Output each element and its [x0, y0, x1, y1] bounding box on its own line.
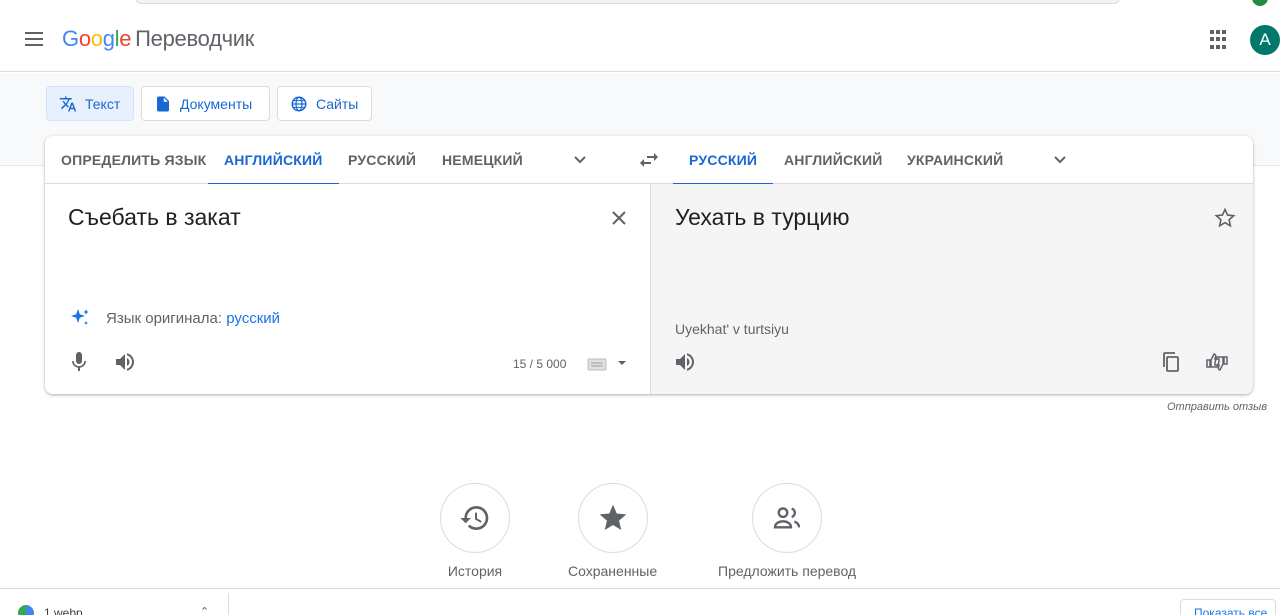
copy-icon[interactable]	[1159, 350, 1183, 374]
mode-sites-button[interactable]: Сайты	[277, 86, 372, 121]
source-lang-tab[interactable]: ОПРЕДЕЛИТЬ ЯЗЫК	[45, 136, 222, 184]
logo-letter: o	[90, 26, 103, 51]
apps-grid-icon[interactable]	[1210, 30, 1230, 50]
suggest-button[interactable]	[752, 483, 823, 553]
close-icon[interactable]	[607, 206, 631, 230]
browser-strip	[0, 0, 1280, 8]
logo[interactable]: Google Переводчик	[62, 26, 254, 52]
source-lang-tab[interactable]: НЕМЕЦКИЙ	[426, 136, 539, 184]
show-all-button[interactable]: Показать все	[1180, 599, 1276, 615]
detected-prefix: Язык оригинала:	[106, 309, 223, 327]
keyboard-icon[interactable]	[587, 356, 629, 372]
microphone-icon[interactable]	[67, 350, 91, 374]
saved-action[interactable]: Сохраненные	[568, 483, 657, 579]
star-outline-icon[interactable]	[1213, 206, 1237, 230]
avatar[interactable]: A	[1250, 25, 1280, 55]
action-label: История	[447, 563, 503, 579]
mode-text-button[interactable]: Текст	[46, 86, 134, 121]
language-bar: ОПРЕДЕЛИТЬ ЯЗЫК АНГЛИЙСКИЙ РУССКИЙ НЕМЕЦ…	[45, 136, 1253, 185]
history-button[interactable]	[440, 483, 510, 553]
main-menu-button[interactable]	[22, 28, 46, 52]
send-feedback-link[interactable]: Отправить отзыв	[1167, 401, 1267, 413]
profile-dot[interactable]	[1252, 0, 1268, 6]
share-icon[interactable]	[1251, 350, 1253, 374]
mode-documents-button[interactable]: Документы	[141, 86, 270, 121]
logo-letter: g	[102, 26, 115, 51]
history-action[interactable]: История	[440, 483, 510, 579]
file-icon	[18, 605, 34, 615]
community-icon	[773, 507, 801, 529]
suggest-action[interactable]: Предложить перевод	[718, 483, 856, 579]
divider	[228, 593, 229, 615]
download-file-name: 1.webp	[44, 606, 83, 615]
mode-label: Сайты	[316, 95, 359, 112]
source-lang-tab[interactable]: АНГЛИЙСКИЙ	[208, 136, 339, 185]
hamburger-line	[25, 38, 43, 40]
star-filled-icon	[599, 504, 626, 530]
target-pane: Уехать в турцию Uyekhat' v turtsiyu	[650, 184, 1253, 394]
hamburger-line	[25, 32, 43, 34]
logo-letter: e	[119, 26, 132, 51]
transliteration: Uyekhat' v turtsiyu	[675, 321, 789, 337]
chevron-down-icon[interactable]	[568, 148, 592, 172]
source-textarea[interactable]: Съебать в закат	[68, 204, 241, 231]
logo-letter: G	[62, 26, 79, 51]
download-item[interactable]: 1.webp	[18, 605, 83, 615]
mode-label: Текст	[85, 95, 121, 112]
source-lang-tab[interactable]: РУССКИЙ	[332, 136, 432, 184]
product-name: Переводчик	[135, 26, 255, 51]
target-lang-tab[interactable]: УКРАИНСКИЙ	[891, 136, 1019, 184]
source-pane: Съебать в закат Язык оригинала: русский …	[45, 184, 650, 394]
hamburger-line	[25, 44, 43, 46]
download-bar: 1.webp ⌃ Показать все	[0, 588, 1280, 615]
swap-languages-icon[interactable]	[637, 148, 661, 172]
detected-language: Язык оригинала: русский	[68, 306, 280, 330]
app-header: Google Переводчик A	[0, 8, 1280, 72]
history-icon	[460, 506, 489, 530]
document-icon	[157, 96, 169, 111]
logo-letter: o	[78, 26, 91, 51]
saved-button[interactable]	[577, 483, 648, 553]
globe-icon	[291, 96, 307, 111]
mode-label: Документы	[180, 95, 253, 112]
rate-translation-icon[interactable]	[1205, 350, 1229, 374]
char-count: 15 / 5 000	[513, 357, 567, 371]
translate-icon	[59, 96, 77, 111]
detected-language-link[interactable]: русский	[226, 310, 280, 327]
chevron-down-icon[interactable]	[1048, 148, 1072, 172]
action-label: Предложить перевод	[718, 563, 857, 579]
target-lang-tab[interactable]: АНГЛИЙСКИЙ	[768, 136, 899, 184]
target-lang-tab[interactable]: РУССКИЙ	[673, 136, 774, 185]
speaker-icon[interactable]	[113, 350, 137, 374]
action-label: Сохраненные	[568, 563, 658, 579]
address-bar[interactable]	[135, 0, 1120, 4]
translation-card: ОПРЕДЕЛИТЬ ЯЗЫК АНГЛИЙСКИЙ РУССКИЙ НЕМЕЦ…	[45, 136, 1253, 394]
speaker-icon[interactable]	[673, 350, 697, 374]
sparkle-icon	[71, 309, 89, 325]
chevron-up-icon[interactable]: ⌃	[200, 605, 209, 615]
translation-output: Уехать в турцию	[675, 204, 850, 230]
